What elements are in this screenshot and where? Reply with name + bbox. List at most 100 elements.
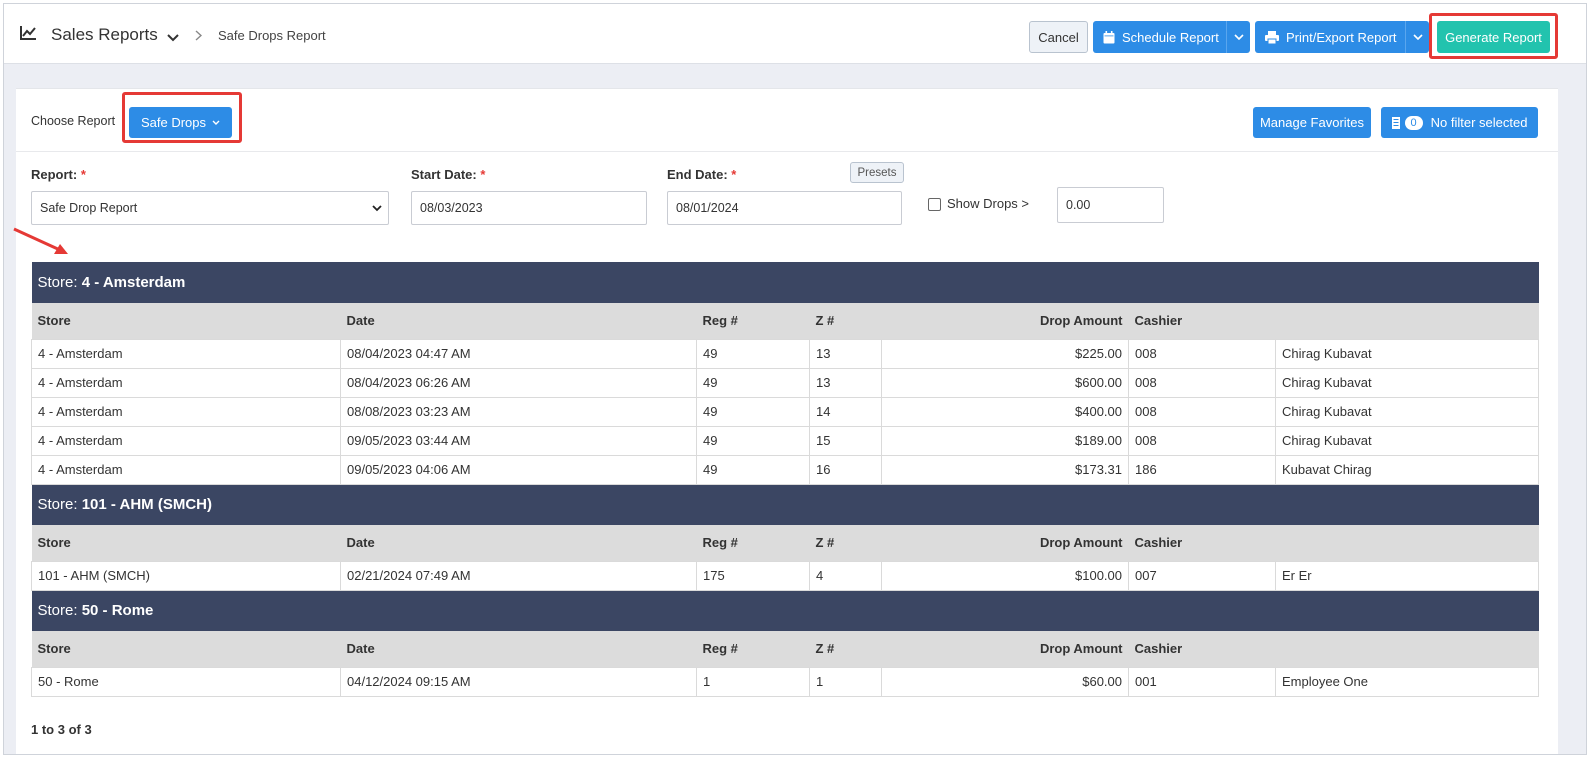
column-header[interactable]: Cashier (1128, 525, 1276, 561)
show-drops-input[interactable]: 0.00 (1057, 187, 1164, 223)
table-cell: $60.00 (881, 666, 1129, 697)
column-header[interactable]: Cashier (1128, 303, 1276, 339)
page-title[interactable]: Sales Reports (51, 25, 158, 45)
chevron-down-icon[interactable] (1405, 21, 1429, 53)
column-header[interactable]: Date (340, 631, 697, 667)
chevron-down-icon[interactable] (1226, 21, 1250, 53)
app-frame: Sales Reports Safe Drops Report Cancel S… (3, 3, 1587, 755)
table-cell: 1 (809, 666, 882, 697)
table-cell: 001 (1128, 666, 1276, 697)
column-header[interactable]: Z # (809, 525, 882, 561)
store-group-name: 4 - Amsterdam (81, 274, 186, 291)
schedule-report-button[interactable]: Schedule Report (1093, 21, 1250, 53)
column-header[interactable]: Z # (809, 303, 882, 339)
chevron-right-icon (195, 29, 203, 44)
table-cell: 4 - Amsterdam (31, 338, 341, 369)
table-cell: 08/08/2023 03:23 AM (340, 396, 697, 427)
store-group-table: Store: 4 - Amsterdam Store Date Reg # Z … (31, 262, 1540, 697)
table-cell: Chirag Kubavat (1274, 367, 1540, 398)
column-header[interactable]: Date (340, 303, 697, 339)
table-row: 4 - Amsterdam 09/05/2023 04:06 AM 49 16 $173… (31, 454, 1540, 485)
column-header-blank (1275, 525, 1539, 561)
column-header[interactable]: Store (31, 631, 341, 667)
table-cell: 49 (696, 454, 810, 485)
show-drops-label: Show Drops > (947, 196, 1030, 211)
table-cell: 186 (1128, 454, 1276, 485)
table-cell: $100.00 (881, 560, 1129, 591)
table-cell: 008 (1128, 367, 1276, 398)
cancel-button[interactable]: Cancel (1029, 21, 1088, 53)
start-date-input[interactable]: 08/03/2023 (411, 191, 647, 225)
schedule-report-label: Schedule Report (1122, 29, 1219, 45)
annotation-arrow-icon (13, 227, 68, 254)
chart-line-icon (20, 26, 37, 43)
table-cell: 08/04/2023 04:47 AM (340, 338, 697, 369)
report-select-value: Safe Drop Report (40, 201, 138, 215)
column-header-blank (1275, 303, 1539, 339)
table-row: 4 - Amsterdam 09/05/2023 03:44 AM 49 15 $189… (31, 425, 1540, 456)
column-header[interactable]: Drop Amount (881, 631, 1129, 667)
column-header[interactable]: Store (31, 525, 341, 561)
start-date-label: Start Date: * (411, 167, 486, 182)
column-header[interactable]: Drop Amount (881, 525, 1129, 561)
column-header[interactable]: Reg # (696, 525, 810, 561)
chevron-down-icon (372, 205, 382, 212)
highlight-box (1429, 13, 1558, 59)
table-cell: 4 (809, 560, 882, 591)
filter-label: No filter selected (1430, 115, 1528, 130)
chevron-down-icon[interactable] (167, 30, 179, 45)
store-group-prefix: Store: (37, 496, 78, 514)
table-cell: 175 (696, 560, 810, 591)
column-header[interactable]: Z # (809, 631, 882, 667)
table-cell: $173.31 (881, 454, 1129, 485)
table-cell: 02/21/2024 07:49 AM (340, 560, 697, 591)
table-cell: Chirag Kubavat (1274, 396, 1540, 427)
breadcrumb: Safe Drops Report (218, 28, 326, 43)
table-cell: $189.00 (881, 425, 1129, 456)
presets-button[interactable]: Presets (850, 162, 904, 183)
filter-count-badge: 0 (1404, 115, 1423, 130)
report-toolbar: Choose Report Safe Drops Manage Favorite… (16, 89, 1558, 152)
table-cell: Chirag Kubavat (1274, 338, 1540, 369)
table-cell: 04/12/2024 09:15 AM (340, 666, 697, 697)
table-cell: Chirag Kubavat (1274, 425, 1540, 456)
table-cell: Kubavat Chirag (1274, 454, 1540, 485)
column-header[interactable]: Reg # (696, 631, 810, 667)
store-group-header: Store: 50 - Rome (31, 590, 1539, 631)
table-cell: Employee One (1274, 666, 1540, 697)
table-row: 4 - Amsterdam 08/04/2023 06:26 AM 49 13 $600… (31, 367, 1540, 398)
store-group-name: 50 - Rome (81, 602, 154, 620)
report-label: Report: * (31, 167, 86, 182)
store-group-name: 101 - AHM (SMCH) (81, 496, 212, 514)
store-group-prefix: Store: (37, 274, 78, 291)
column-header[interactable]: Drop Amount (881, 303, 1129, 339)
top-bar: Sales Reports Safe Drops Report Cancel S… (4, 4, 1586, 64)
show-drops-checkbox[interactable] (928, 198, 941, 211)
column-header[interactable]: Store (31, 303, 341, 339)
table-cell: 49 (696, 367, 810, 398)
print-export-label: Print/Export Report (1286, 29, 1397, 45)
pagination-summary: 1 to 3 of 3 (31, 722, 92, 737)
column-header[interactable]: Date (340, 525, 697, 561)
table-row: 101 - AHM (SMCH) 02/21/2024 07:49 AM 175 4 $… (31, 560, 1540, 591)
table-cell: $600.00 (881, 367, 1129, 398)
table-cell: 14 (809, 396, 882, 427)
highlight-box (122, 92, 242, 143)
report-select[interactable]: Safe Drop Report (31, 191, 389, 225)
table-row: 4 - Amsterdam 08/08/2023 03:23 AM 49 14 $400… (31, 396, 1540, 427)
column-header[interactable]: Cashier (1128, 631, 1276, 667)
column-header[interactable]: Reg # (696, 303, 810, 339)
table-cell: 4 - Amsterdam (31, 396, 341, 427)
table-cell: 4 - Amsterdam (31, 367, 341, 398)
table-cell: $225.00 (881, 338, 1129, 369)
table-cell: 09/05/2023 04:06 AM (340, 454, 697, 485)
table-cell: 49 (696, 425, 810, 456)
table-row: 50 - Rome 04/12/2024 09:15 AM 1 1 $60.00 001 E… (31, 666, 1540, 697)
filter-button[interactable]: 0 No filter selected (1381, 107, 1538, 138)
report-card: Choose Report Safe Drops Manage Favorite… (13, 88, 1558, 754)
table-cell: 4 - Amsterdam (31, 425, 341, 456)
store-group-header: Store: 101 - AHM (SMCH) (31, 484, 1539, 525)
print-export-button[interactable]: Print/Export Report (1255, 21, 1429, 53)
end-date-input[interactable]: 08/01/2024 (667, 191, 902, 225)
manage-favorites-button[interactable]: Manage Favorites (1253, 107, 1371, 138)
